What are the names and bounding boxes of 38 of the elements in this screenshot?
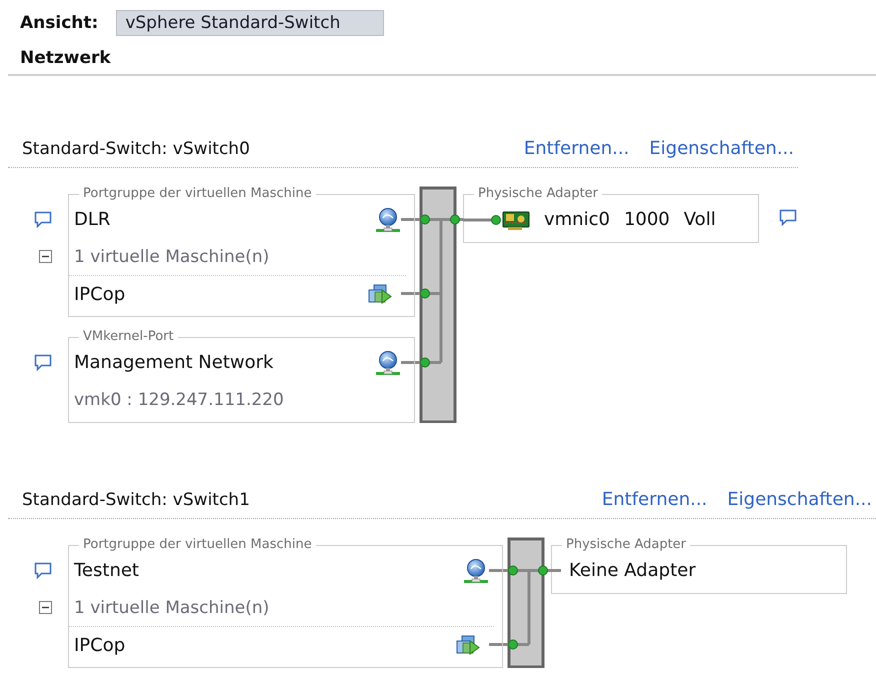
group-legend: Portgruppe der virtuellen Maschine [79,537,316,553]
portgroup-name: Testnet [74,560,139,581]
action-link[interactable]: Eigenschaften... [649,138,794,159]
switch-title: Standard-Switch: vSwitch0 [22,138,251,158]
collapse-icon[interactable] [39,250,52,263]
vm-name: IPCop [74,284,126,304]
collapse-icon[interactable] [39,601,52,614]
globe-network-icon [376,350,400,374]
virtual-machine-icon [368,284,392,304]
ip-address: vmk0 : 129.247.111.220 [74,390,284,410]
globe-network-icon [376,208,400,232]
group-legend: Physische Adapter [474,186,602,202]
globe-network-icon [464,558,488,582]
vm-count: 1 virtuelle Maschine(n) [74,246,270,266]
no-adapter-text: Keine Adapter [569,560,696,581]
portgroup-name: DLR [74,209,110,230]
network-card-icon [502,210,530,230]
adapter-speed: 1000 [624,209,670,230]
connector-line [551,569,561,572]
view-dropdown[interactable]: vSphere Standard-Switch [116,10,384,36]
group-legend: Physische Adapter [562,537,690,553]
section-heading: Netzwerk [19,47,112,68]
vm-count: 1 virtuelle Maschine(n) [74,598,270,618]
adapter-duplex: Voll [684,209,716,230]
action-link[interactable]: Entfernen... [524,138,630,159]
adapter-name: vmnic0 [544,209,610,230]
action-link[interactable]: Eigenschaften... [727,489,872,510]
comment-icon [779,209,797,226]
portgroup-name: Management Network [74,352,274,373]
comment-icon [34,211,52,228]
comment-icon [34,354,52,371]
group-legend: Portgruppe der virtuellen Maschine [79,186,316,202]
switch-title: Standard-Switch: vSwitch1 [22,490,251,510]
action-link[interactable]: Entfernen... [602,489,708,510]
comment-icon [34,562,52,579]
view-label: Ansicht: [20,13,98,33]
virtual-machine-icon [456,635,480,655]
vm-name: IPCop [74,634,126,656]
